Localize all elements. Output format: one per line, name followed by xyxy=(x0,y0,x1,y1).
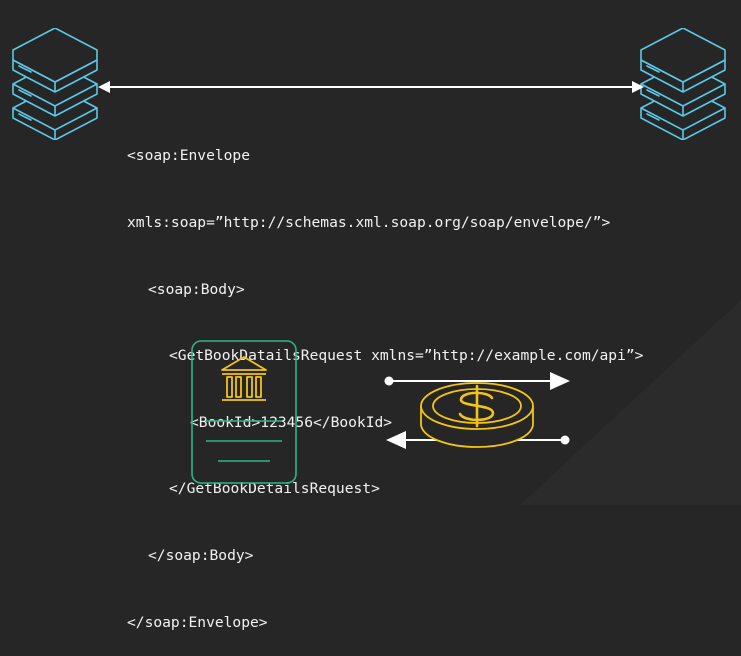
code-line-body-close: </soap:Body> xyxy=(148,546,254,564)
bank-document-icon xyxy=(191,340,297,484)
server-right-icon xyxy=(637,28,729,140)
code-line-namespace: xmls:soap=”http://schemas.xml.soap.org/s… xyxy=(127,214,611,231)
arrow-right-head-icon xyxy=(632,81,644,93)
dollar-coin-icon xyxy=(420,382,534,448)
bank-building-icon xyxy=(221,356,267,401)
bidirectional-arrow xyxy=(98,81,644,93)
code-line-body-open: <soap:Body> xyxy=(148,280,245,298)
arrow-left-head-icon xyxy=(98,81,110,93)
server-left-icon xyxy=(9,28,101,140)
code-line-envelope-open: <soap:Envelope xyxy=(127,147,251,165)
coin-exchange-icon xyxy=(384,372,570,449)
code-line-envelope-close: </soap:Envelope> xyxy=(127,613,268,631)
